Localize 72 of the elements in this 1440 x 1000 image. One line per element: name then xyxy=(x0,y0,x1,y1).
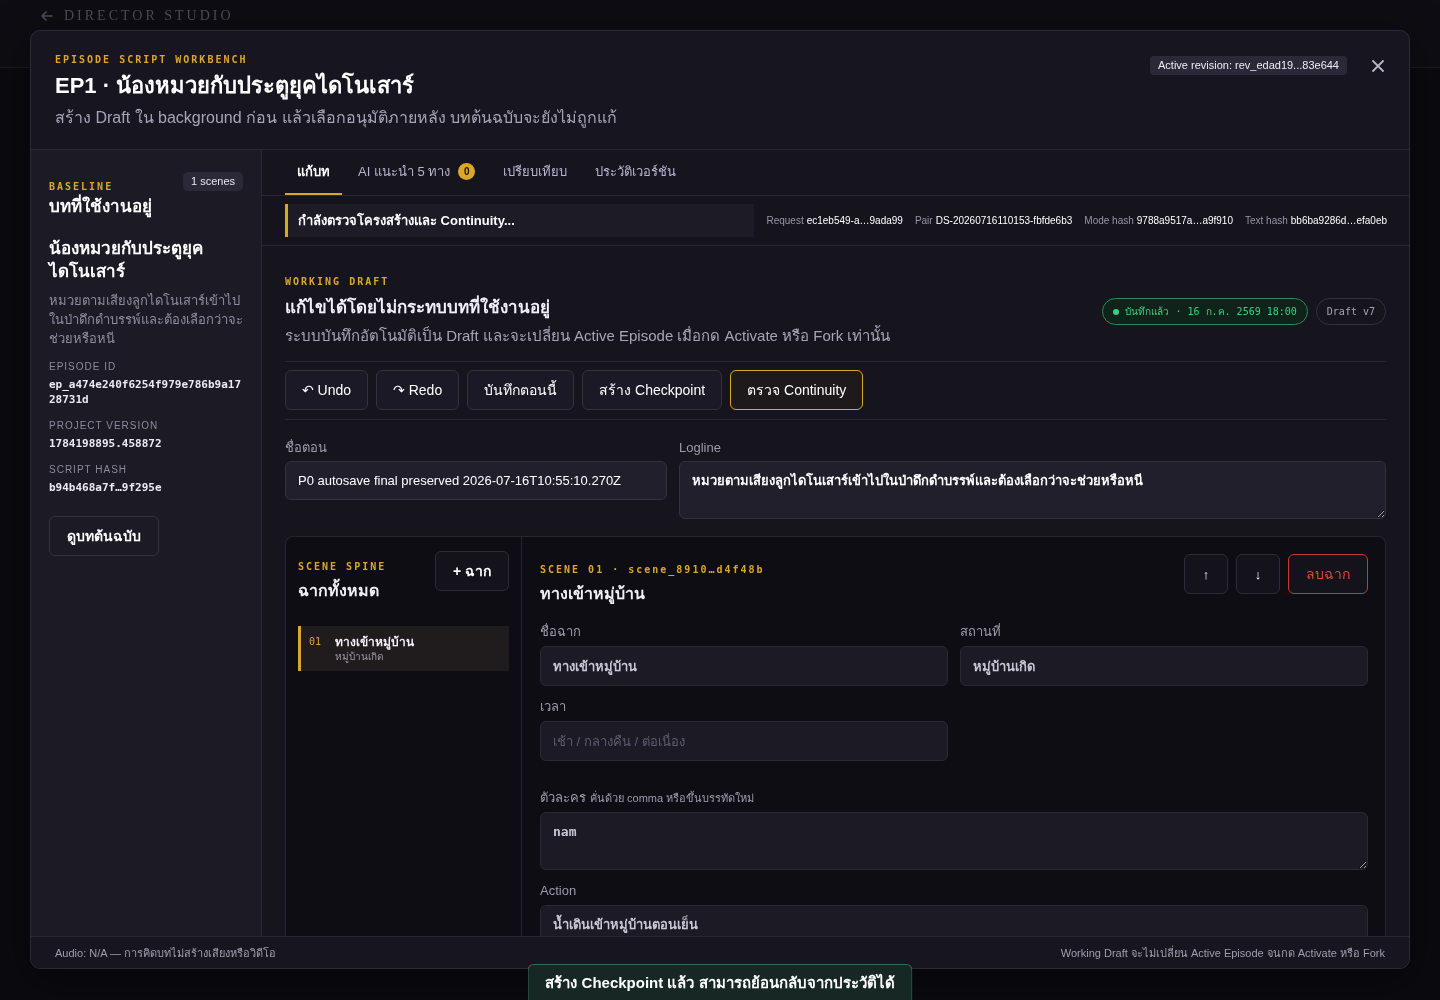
tab[interactable]: เปรียบเทียบ xyxy=(491,150,580,195)
meta-value: b94b468a7f…9f295e xyxy=(49,480,163,495)
field-label: Action xyxy=(540,883,577,899)
episode-logline: หมวยตามเสียงลูกไดโนเสาร์เข้าไปในป่าดึกดำบรรพ์และต้องเลือกว่าจะช่วยหรือหนี xyxy=(49,292,243,348)
move-down-button[interactable]: ↓ xyxy=(1236,554,1280,594)
meta-label: Mode hash xyxy=(1084,215,1134,226)
field-label: Logline xyxy=(679,440,721,456)
meta-label: Text hash xyxy=(1245,215,1288,226)
section-title: ฉากทั้งหมด xyxy=(298,580,387,602)
meta-label: Request xyxy=(766,215,804,226)
close-icon xyxy=(1371,58,1385,73)
field-hint: คั่นด้วย comma หรือขึ้นบรรทัดใหม่ xyxy=(590,790,755,806)
footer-note: Audio: N/A — การคิดบทไม่สร้างเสียงหรือวิดีโอ xyxy=(55,945,277,961)
meta-value: bb6ba9286d…efa0eb xyxy=(1290,215,1387,226)
tab[interactable]: ประวัติเวอร์ชัน xyxy=(583,150,689,195)
meta-value: ec1eb549-a…9ada99 xyxy=(806,215,903,226)
episode-title: น้องหมวยกับประตูยุคไดโนเสาร์ xyxy=(49,238,204,283)
status-dot-icon xyxy=(1113,308,1120,315)
toast-notification: สร้าง Checkpoint แล้ว สามารถย้อนกลับจากประวัติได้ xyxy=(527,964,913,1000)
count-badge: 0 xyxy=(458,163,476,180)
text-area-field[interactable]: nam xyxy=(540,812,1368,870)
meta-label: EPISODE ID xyxy=(49,361,118,373)
field-label: ตัวละคร xyxy=(540,790,586,806)
scene-location: หมู่บ้านเกิด xyxy=(335,650,385,664)
footer-note: Working Draft จะไม่เปลี่ยน Active Episode จนกด Activate หรือ Fork xyxy=(1060,944,1385,961)
section-eyebrow: WORKING DRAFT xyxy=(285,276,391,288)
meta-label: Pair xyxy=(914,215,933,226)
meta-label: PROJECT VERSION xyxy=(49,420,160,432)
close-button[interactable] xyxy=(1371,58,1385,73)
text-area-field[interactable]: น้ำเดินเข้าหมู่บ้านตอนเย็น xyxy=(540,905,1368,936)
section-description: ระบบบันทึกอัตโนมัติเป็น Draft และจะเปลี่ยน Active Episode เมื่อกด Activate หรือ Fork เท่านั้น xyxy=(285,325,891,346)
sidebar-heading: บทที่ใช้งานอยู่ xyxy=(49,195,243,219)
section-eyebrow: EPISODE SCRIPT WORKBENCH xyxy=(55,54,249,66)
action-button[interactable]: ↷ Redo xyxy=(376,370,460,410)
revision-badge: Active revision: rev_edad19...83e644 xyxy=(1150,56,1347,75)
action-button[interactable]: ตรวจ Continuity xyxy=(730,370,864,410)
scene-number: 01 xyxy=(309,635,322,649)
action-button[interactable]: ↶ Undo xyxy=(285,370,369,410)
text-field[interactable]: P0 autosave final preserved 2026-07-16T10:55:10.270Z xyxy=(285,461,667,500)
delete-scene-button[interactable]: ลบฉาก xyxy=(1288,554,1368,594)
text-field[interactable]: หมู่บ้านเกิด xyxy=(960,646,1368,686)
meta-value: DS-20260716110153-fbfde6b3 xyxy=(935,215,1073,226)
section-title: แก้ไขได้โดยไม่กระทบบทที่ใช้งานอยู่ xyxy=(285,296,891,320)
meta-value: 9788a9517a…a9f910 xyxy=(1136,215,1233,226)
meta-value: ep_a474e240f6254f979e786b9a1728731d xyxy=(49,377,243,407)
status-message: กำลังตรวจโครงสร้างและ Continuity... xyxy=(285,204,755,237)
scene-title: ทางเข้าหมู่บ้าน xyxy=(335,634,415,650)
field-label: สถานที่ xyxy=(960,624,1001,640)
field-label: เวลา xyxy=(540,699,566,715)
meta-label: SCRIPT HASH xyxy=(49,464,129,476)
action-button[interactable]: บันทึกตอนนี้ xyxy=(467,370,575,410)
move-up-button[interactable]: ↑ xyxy=(1184,554,1228,594)
scene-list-item[interactable]: 01 ทางเข้าหมู่บ้าน หมู่บ้านเกิด xyxy=(298,626,509,671)
section-title: ทางเข้าหมู่บ้าน xyxy=(540,584,646,605)
save-status-text: บันทึกแล้ว · 16 ก.ค. 2569 18:00 xyxy=(1125,305,1297,319)
view-original-button[interactable]: ดูบทต้นฉบับ xyxy=(49,516,159,556)
modal-title: EP1 · น้องหมวยกับประตูยุคไดโนเสาร์ xyxy=(55,72,416,100)
modal-subtitle: สร้าง Draft ใน background ก่อน แล้วเลือกอนุมัติภายหลัง บทต้นฉบับจะยังไม่ถูกแก้ xyxy=(55,107,617,129)
app-title: DIRECTOR STUDIO xyxy=(64,8,234,24)
add-scene-button[interactable]: + ฉาก xyxy=(434,551,509,591)
scene-count-badge: 1 scenes xyxy=(182,172,243,191)
field-label: ชื่อตอน xyxy=(285,440,327,456)
field-label: ชื่อฉาก xyxy=(540,624,581,640)
action-button[interactable]: สร้าง Checkpoint xyxy=(582,370,723,410)
section-eyebrow: BASELINE xyxy=(49,181,114,193)
section-eyebrow: SCENE SPINE xyxy=(298,561,387,573)
text-field[interactable]: เช้า / กลางคืน / ต่อเนื่อง xyxy=(540,721,948,761)
meta-value: 1784198895.458872 xyxy=(49,436,163,451)
tab[interactable]: AI แนะนำ 5 ทาง 0 xyxy=(346,150,488,195)
text-area-field[interactable]: หมวยตามเสียงลูกไดโนเสาร์เข้าไปในป่าดึกดำบรรพ์และต้องเลือกว่าจะช่วยหรือหนี xyxy=(679,461,1386,519)
section-eyebrow: SCENE 01 · scene_8910…d4f48b xyxy=(540,564,765,576)
text-field[interactable]: ทางเข้าหมู่บ้าน xyxy=(540,646,948,686)
